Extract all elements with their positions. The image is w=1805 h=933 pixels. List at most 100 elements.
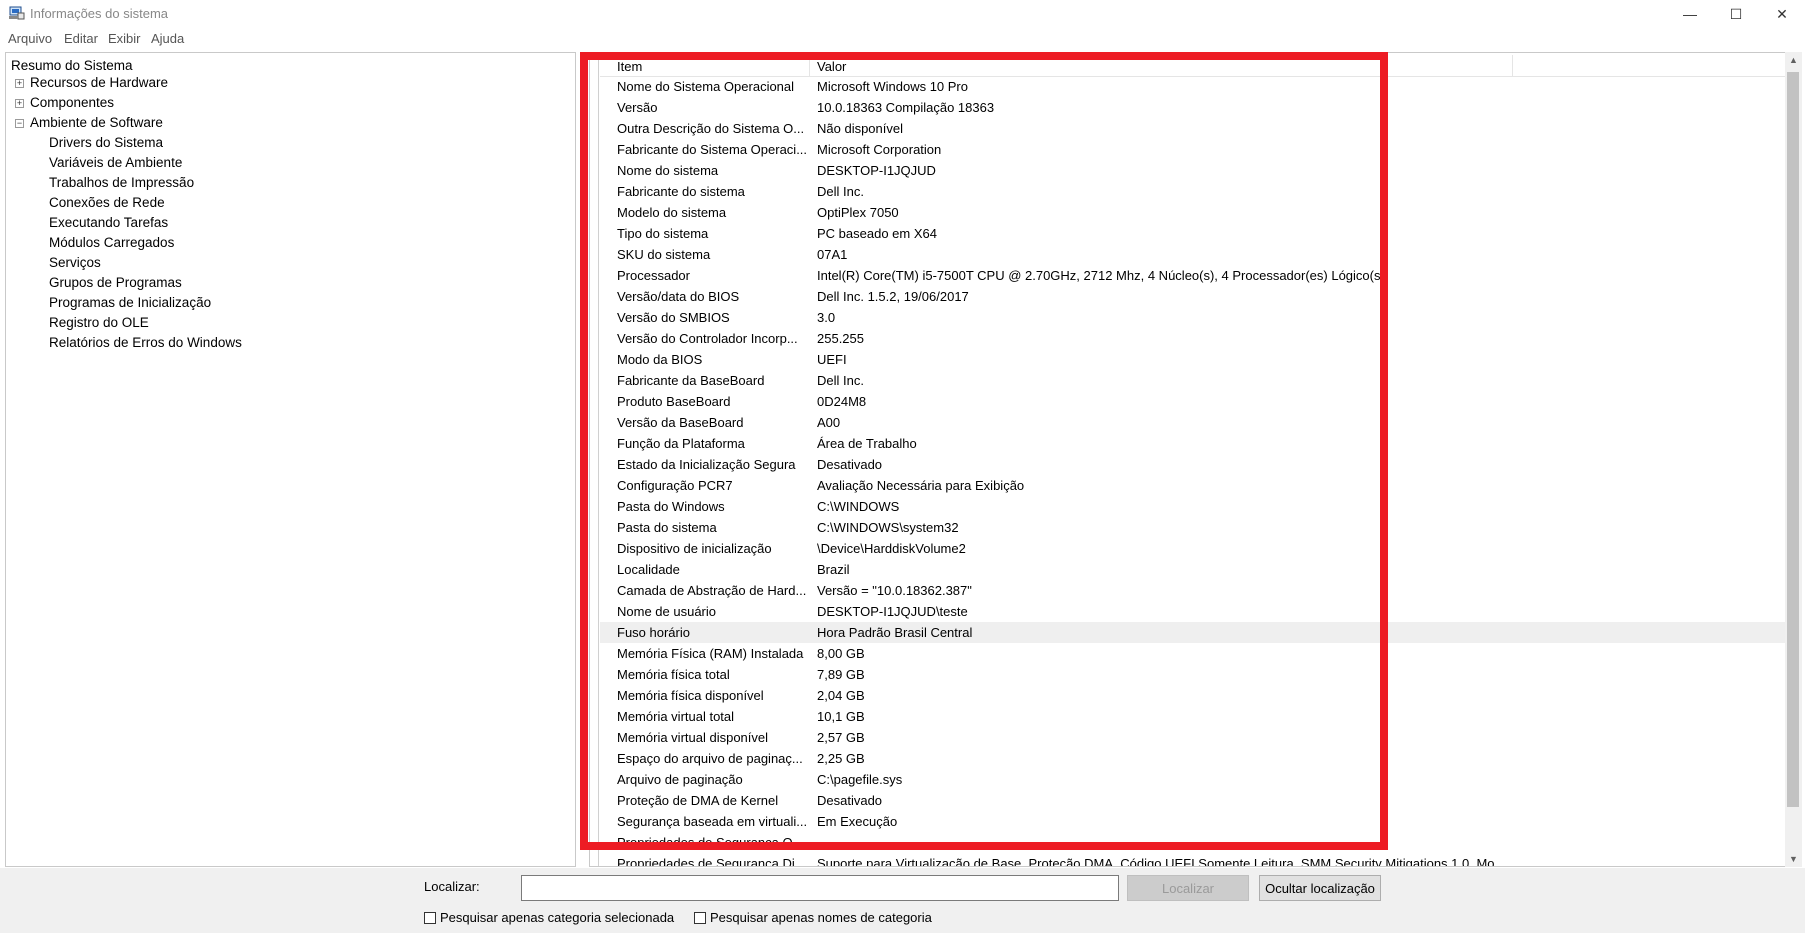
tree-item-environment-variables[interactable]: Variáveis de Ambiente [49,155,182,170]
row-value: Dell Inc. [817,373,864,388]
table-row[interactable]: Processador Intel(R) Core(TM) i5-7500T CP… [600,265,1785,286]
expand-icon[interactable]: + [15,79,24,88]
checkbox[interactable] [424,911,436,924]
expand-icon[interactable]: + [15,99,24,108]
table-row[interactable]: Pasta do Windows C:\WINDOWS [600,496,1785,517]
table-row[interactable]: Versão do SMBIOS 3.0 [600,307,1785,328]
menu-ajuda[interactable]: Ajuda [151,31,184,46]
column-header-item[interactable]: Item [617,59,642,74]
tree-item-services[interactable]: Serviços [49,255,101,270]
table-row[interactable]: Memória física disponível 2,04 GB [600,685,1785,706]
table-row[interactable]: Memória virtual disponível 2,57 GB [600,727,1785,748]
tree-item-windows-error-reporting[interactable]: Relatórios de Erros do Windows [49,335,242,350]
table-row[interactable]: Memória física total 7,89 GB [600,664,1785,685]
table-row[interactable]: Nome de usuário DESKTOP-I1JQJUD\teste [600,601,1785,622]
table-row[interactable]: Produto BaseBoard 0D24M8 [600,391,1785,412]
table-row[interactable]: Pasta do sistema C:\WINDOWS\system32 [600,517,1785,538]
row-item: Versão do Controlador Incorp... [617,331,798,346]
tree-item-system-summary[interactable]: Resumo do Sistema [11,58,133,73]
scroll-down-icon[interactable]: ▼ [1785,851,1802,867]
table-row[interactable]: Propriedades de Segurança O... [600,832,1785,853]
table-row[interactable]: Memória virtual total 10,1 GB [600,706,1785,727]
tree-item-ole-registration[interactable]: Registro do OLE [49,315,149,330]
table-row[interactable]: Função da Plataforma Área de Trabalho [600,433,1785,454]
row-value: Desativado [817,793,883,808]
close-button[interactable]: ✕ [1759,0,1805,28]
table-row[interactable]: Nome do sistema DESKTOP-I1JQJUD [600,160,1785,181]
menu-editar[interactable]: Editar [64,31,98,46]
list-divider [598,53,599,866]
tree-item-system-drivers[interactable]: Drivers do Sistema [49,135,163,150]
row-value: Suporte para Virtualização de Base, Prot… [817,856,1495,867]
find-bar: Localizar: Localizar Ocultar localização… [0,868,1805,933]
menu-arquivo[interactable]: Arquivo [8,31,52,46]
maximize-button[interactable]: ☐ [1713,0,1759,28]
table-row[interactable]: Versão do Controlador Incorp... 255.255 [600,328,1785,349]
tree-item-software-environment[interactable]: Ambiente de Software [30,115,163,130]
search-selected-category-option[interactable]: Pesquisar apenas categoria selecionada [424,910,674,925]
table-row[interactable]: Propriedades de Segurança Di... Suporte p… [600,853,1785,867]
tree-item-loaded-modules[interactable]: Módulos Carregados [49,235,174,250]
table-row[interactable]: Versão/data do BIOS Dell Inc. 1.5.2, 19/0… [600,286,1785,307]
table-row[interactable]: Arquivo de paginação C:\pagefile.sys [600,769,1785,790]
menu-bar: Arquivo Editar Exibir Ajuda [0,28,1805,48]
table-row[interactable]: Fabricante da BaseBoard Dell Inc. [600,370,1785,391]
window-title: Informações do sistema [30,6,169,21]
table-row[interactable]: Segurança baseada em virtuali... Em Execu… [600,811,1785,832]
row-value: 07A1 [817,247,848,262]
table-row[interactable]: Nome do Sistema Operacional Microsoft Win… [600,76,1785,97]
column-divider[interactable] [809,55,810,76]
column-header-value[interactable]: Valor [817,59,846,74]
table-row[interactable]: Fabricante do sistema Dell Inc. [600,181,1785,202]
table-row[interactable]: Modo da BIOS UEFI [600,349,1785,370]
row-item: Tipo do sistema [617,226,709,241]
scrollbar-thumb[interactable] [1787,72,1799,807]
table-row[interactable]: Configuração PCR7 Avaliação Necessária pa… [600,475,1785,496]
table-row[interactable]: Localidade Brazil [600,559,1785,580]
collapse-icon[interactable]: − [15,119,24,128]
scroll-up-icon[interactable]: ▲ [1785,52,1802,68]
table-row[interactable]: Camada de Abstração de Hard... Versão = "… [600,580,1785,601]
table-row[interactable]: Fuso horário Hora Padrão Brasil Central [600,622,1785,643]
menu-exibir[interactable]: Exibir [108,31,141,46]
table-row[interactable]: Dispositivo de inicialização \Device\Hard… [600,538,1785,559]
table-row[interactable]: Versão 10.0.18363 Compilação 18363 [600,97,1785,118]
row-item: Fuso horário [617,625,690,640]
table-row[interactable]: Memória Física (RAM) Instalada 8,00 GB [600,643,1785,664]
find-button[interactable]: Localizar [1127,875,1249,901]
tree-item-hardware-resources[interactable]: Recursos de Hardware [30,75,168,90]
table-row[interactable]: Outra Descrição do Sistema O... Não dispo… [600,118,1785,139]
row-item: Camada de Abstração de Hard... [617,583,807,598]
tree-item-network-connections[interactable]: Conexões de Rede [49,195,165,210]
find-label: Localizar: [424,879,480,894]
row-item: Segurança baseada em virtuali... [617,814,807,829]
category-tree[interactable]: Resumo do Sistema + Recursos de Hardware… [5,52,576,867]
tree-item-print-jobs[interactable]: Trabalhos de Impressão [49,175,194,190]
table-row[interactable]: Modelo do sistema OptiPlex 7050 [600,202,1785,223]
row-value: Em Execução [817,814,898,829]
column-divider[interactable] [1512,55,1513,76]
table-row[interactable]: Estado da Inicialização Segura Desativado [600,454,1785,475]
tree-item-components[interactable]: Componentes [30,95,114,110]
table-row[interactable]: Tipo do sistema PC baseado em X64 [600,223,1785,244]
row-value: 2,57 GB [817,730,865,745]
table-row[interactable]: SKU do sistema 07A1 [600,244,1785,265]
tree-item-program-groups[interactable]: Grupos de Programas [49,275,182,290]
tree-item-running-tasks[interactable]: Executando Tarefas [49,215,168,230]
table-row[interactable]: Espaço do arquivo de paginaç... 2,25 GB [600,748,1785,769]
row-item: Espaço do arquivo de paginaç... [617,751,803,766]
vertical-scrollbar[interactable]: ▲ ▼ [1785,52,1802,867]
checkbox[interactable] [694,911,706,924]
row-value: Dell Inc. [817,184,864,199]
row-item: Fabricante da BaseBoard [617,373,765,388]
table-row[interactable]: Versão da BaseBoard A00 [600,412,1785,433]
hide-find-button[interactable]: Ocultar localização [1259,875,1381,901]
search-category-names-option[interactable]: Pesquisar apenas nomes de categoria [694,910,932,925]
table-row[interactable]: Proteção de DMA de Kernel Desativado [600,790,1785,811]
details-list[interactable]: Item Valor Nome do Sistema Operacional Mi… [589,52,1786,867]
find-input[interactable] [521,875,1119,901]
table-row[interactable]: Fabricante do Sistema Operaci... Microsof… [600,139,1785,160]
tree-item-startup-programs[interactable]: Programas de Inicialização [49,295,211,310]
minimize-button[interactable]: — [1667,0,1713,28]
row-value: Brazil [817,562,850,577]
